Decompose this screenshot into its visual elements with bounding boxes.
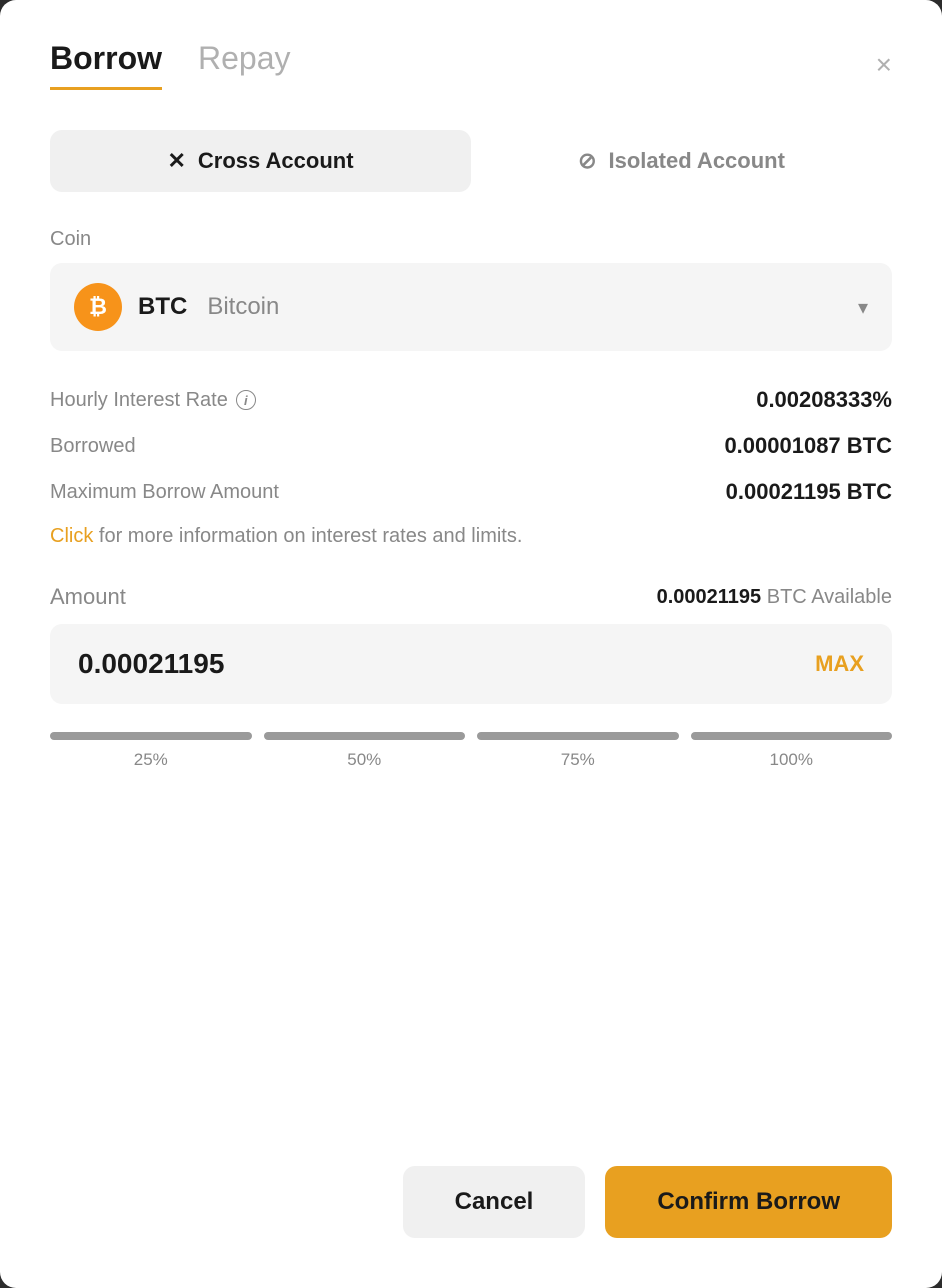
coin-selector[interactable]: ₿ BTC Bitcoin ▾ [50,263,892,351]
pct-75[interactable]: 75% [477,732,679,770]
button-row: Cancel Confirm Borrow [50,1116,892,1238]
pct-50-track [264,732,466,740]
max-borrow-label: Maximum Borrow Amount [50,481,279,504]
click-link[interactable]: Click [50,525,93,547]
pct-25-track [50,732,252,740]
account-toggle: ✕ Cross Account ⊘ Isolated Account [50,130,892,192]
max-borrow-row: Maximum Borrow Amount 0.00021195 BTC [50,479,892,505]
amount-section: Amount 0.00021195 BTC Available 0.000211… [50,584,892,704]
cross-account-label: Cross Account [198,148,354,174]
amount-input-container[interactable]: 0.00021195 MAX [50,624,892,704]
info-icon[interactable]: i [236,390,256,410]
close-button[interactable]: × [876,51,892,79]
cross-icon: ✕ [167,148,185,174]
available-value: 0.00021195 [657,586,762,608]
borrowed-row: Borrowed 0.00001087 BTC [50,433,892,459]
available-currency: BTC Available [767,586,892,608]
tab-borrow[interactable]: Borrow [50,40,162,90]
btc-icon: ₿ [74,283,122,331]
click-info-text: for more information on interest rates a… [93,525,522,547]
tab-repay[interactable]: Repay [198,40,291,90]
max-borrow-value: 0.00021195 BTC [726,479,892,505]
borrowed-value: 0.00001087 BTC [724,433,892,459]
coin-label: Coin [50,228,892,251]
tab-bar: Borrow Repay [50,40,291,90]
pct-75-label: 75% [561,750,595,770]
borrowed-label: Borrowed [50,435,136,458]
percentage-bar: 25% 50% 75% 100% [50,732,892,770]
pct-50[interactable]: 50% [264,732,466,770]
pct-25-label: 25% [134,750,168,770]
amount-label: Amount [50,584,126,610]
isolated-account-button[interactable]: ⊘ Isolated Account [471,130,892,192]
confirm-borrow-button[interactable]: Confirm Borrow [605,1166,892,1238]
cross-account-button[interactable]: ✕ Cross Account [50,130,471,192]
max-button[interactable]: MAX [815,651,864,677]
click-info: Click for more information on interest r… [50,525,892,548]
modal-header: Borrow Repay × [50,40,892,90]
pct-50-label: 50% [347,750,381,770]
info-rows: Hourly Interest Rate i 0.00208333% Borro… [50,387,892,505]
cancel-button[interactable]: Cancel [403,1166,586,1238]
btc-symbol: ₿ [89,294,107,320]
isolated-icon: ⊘ [578,148,596,174]
pct-100[interactable]: 100% [691,732,893,770]
pct-75-track [477,732,679,740]
coin-full-name: Bitcoin [207,293,279,321]
hourly-interest-row: Hourly Interest Rate i 0.00208333% [50,387,892,413]
chevron-down-icon: ▾ [858,295,868,320]
coin-ticker: BTC [138,293,187,321]
isolated-account-label: Isolated Account [609,148,785,174]
coin-info: ₿ BTC Bitcoin [74,283,279,331]
pct-100-track [691,732,893,740]
amount-available: 0.00021195 BTC Available [657,586,892,609]
amount-input-value: 0.00021195 [78,648,224,680]
amount-header: Amount 0.00021195 BTC Available [50,584,892,610]
pct-25[interactable]: 25% [50,732,252,770]
hourly-interest-label: Hourly Interest Rate i [50,389,256,412]
hourly-interest-value: 0.00208333% [756,387,892,413]
borrow-modal: Borrow Repay × ✕ Cross Account ⊘ Isolate… [0,0,942,1288]
pct-100-label: 100% [770,750,813,770]
